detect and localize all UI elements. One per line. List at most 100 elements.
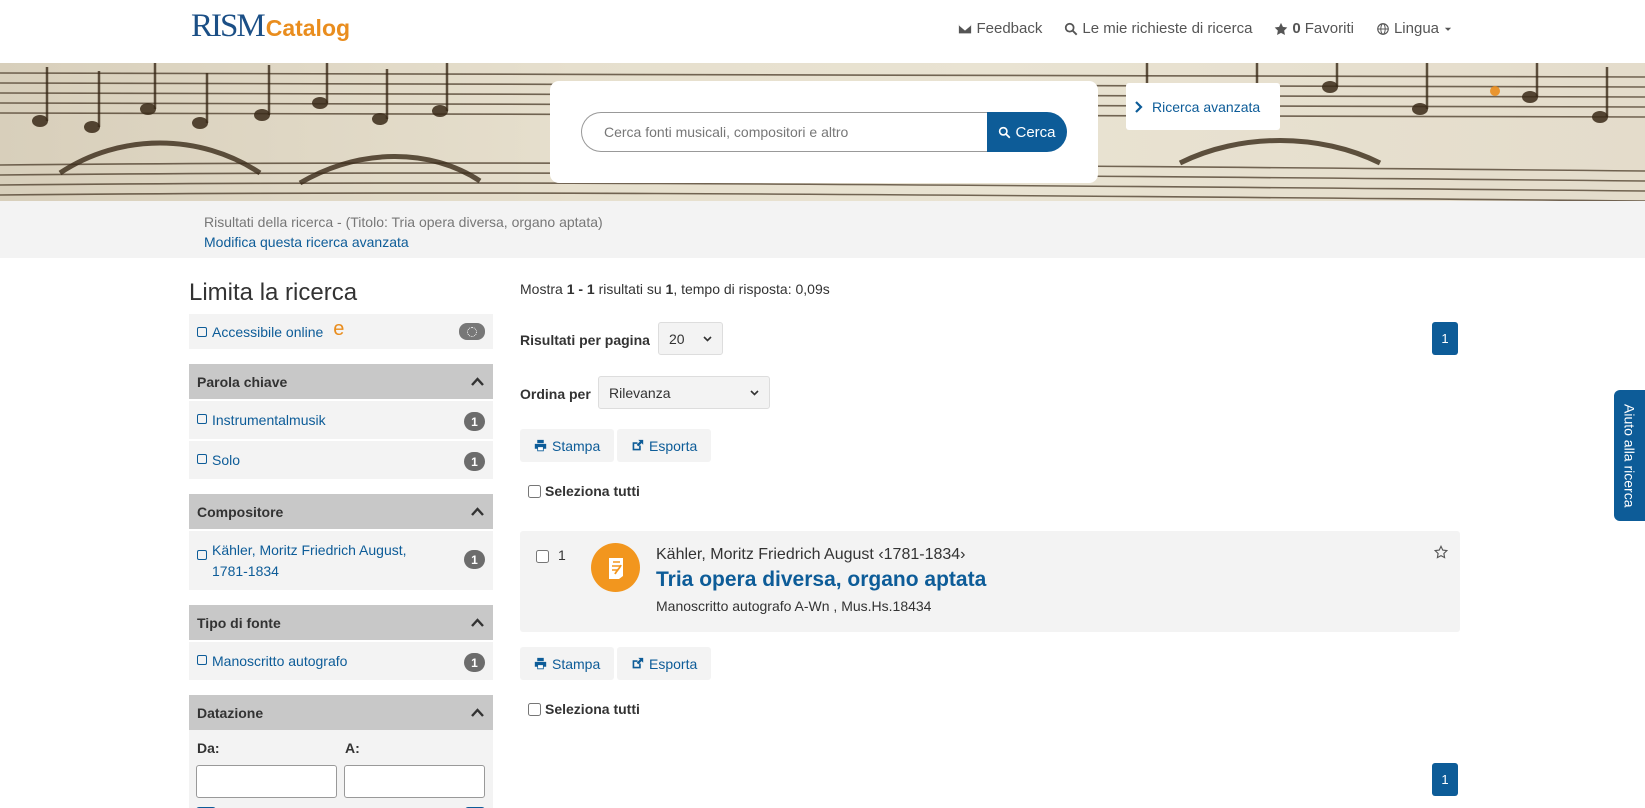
advanced-search-label: Ricerca avanzata xyxy=(1152,98,1261,115)
stats-suffix: , tempo di risposta: 0,09s xyxy=(673,281,830,297)
search-button-label: Cerca xyxy=(1015,123,1056,141)
export-label: Esporta xyxy=(649,437,698,454)
facet-checkbox[interactable] xyxy=(197,414,207,424)
select-all-bottom[interactable]: Seleziona tutti xyxy=(528,701,640,717)
chevron-up-icon xyxy=(471,708,484,717)
facet-keyword-header[interactable]: Parola chiave xyxy=(189,364,493,399)
search-banner: Cerca Ricerca avanzata xyxy=(0,63,1645,201)
print-button-bottom[interactable]: Stampa xyxy=(520,647,615,680)
facet-item[interactable]: Manoscritto autografo 1 xyxy=(189,640,493,680)
result-title-link[interactable]: Tria opera diversa, organo aptata xyxy=(656,568,986,592)
export-button-bottom[interactable]: Esporta xyxy=(617,647,712,680)
facet-keyword: Parola chiave Instrumentalmusik 1 Solo 1 xyxy=(189,364,493,479)
facet-composer-header[interactable]: Compositore xyxy=(189,494,493,529)
result-checkbox[interactable] xyxy=(536,550,549,563)
facet-dating-header[interactable]: Datazione xyxy=(189,695,493,730)
export-button[interactable]: Esporta xyxy=(617,429,712,462)
favorites-link[interactable]: 0 Favoriti xyxy=(1274,20,1354,37)
date-from-input[interactable] xyxy=(196,765,337,798)
print-icon xyxy=(534,439,547,452)
export-label: Esporta xyxy=(649,655,698,672)
select-all-top[interactable]: Seleziona tutti xyxy=(528,483,640,499)
loading-spinner-icon xyxy=(459,323,485,340)
search-button[interactable]: Cerca xyxy=(987,112,1067,152)
result-shelfmark: Manoscritto autografo A-Wn , Mus.Hs.1843… xyxy=(656,598,932,614)
top-navbar: RISM Catalog Feedback Le mie richieste d… xyxy=(0,0,1645,63)
external-link-icon xyxy=(632,439,644,451)
feedback-link[interactable]: Feedback xyxy=(958,20,1042,37)
favorites-count: 0 xyxy=(1292,20,1301,37)
facet-online-access[interactable]: Accessibile online e xyxy=(189,314,493,349)
bookmark-star-icon[interactable] xyxy=(1434,545,1448,559)
date-from-label: Da: xyxy=(197,740,220,756)
facet-item-label[interactable]: Solo xyxy=(212,450,432,471)
date-to-input[interactable] xyxy=(344,765,485,798)
online-label: Accessibile online xyxy=(212,323,324,340)
search-box: Cerca xyxy=(550,81,1098,183)
facet-item-label[interactable]: Kähler, Moritz Friedrich August, 1781-18… xyxy=(212,540,432,582)
facet-composer: Compositore Kähler, Moritz Friedrich Aug… xyxy=(189,494,493,590)
result-item: 1 Kähler, Moritz Friedrich August ‹1781-… xyxy=(520,531,1460,632)
feedback-label: Feedback xyxy=(976,20,1043,37)
facet-item[interactable]: Instrumentalmusik 1 xyxy=(189,399,493,439)
search-help-label: Aiuto alla ricerca xyxy=(1621,403,1638,508)
logo-catalog-text: Catalog xyxy=(265,15,351,41)
print-icon xyxy=(534,657,547,670)
facet-count-badge: 1 xyxy=(464,653,485,672)
my-searches-link[interactable]: Le mie richieste di ricerca xyxy=(1064,20,1252,37)
online-badge-icon: e xyxy=(333,318,345,340)
search-help-tab[interactable]: Aiuto alla ricerca xyxy=(1614,390,1645,521)
modify-advanced-search-link[interactable]: Modifica questa ricerca avanzata xyxy=(204,234,409,250)
sidebar-title: Limita la ricerca xyxy=(189,279,358,306)
facet-count-badge: 1 xyxy=(464,550,485,569)
stats-range: 1 - 1 xyxy=(566,281,595,297)
search-icon xyxy=(999,126,1011,138)
chevron-up-icon xyxy=(471,618,484,627)
advanced-search-link[interactable]: Ricerca avanzata xyxy=(1126,83,1280,130)
facet-count-badge: 1 xyxy=(464,452,485,471)
language-label: Lingua xyxy=(1393,20,1439,37)
star-icon xyxy=(1275,22,1288,35)
my-searches-label: Le mie richieste di ricerca xyxy=(1082,20,1253,37)
select-all-checkbox[interactable] xyxy=(528,484,541,498)
page-button-top[interactable]: 1 xyxy=(1432,322,1458,355)
rism-catalog-logo[interactable]: RISM Catalog xyxy=(191,8,350,45)
globe-icon xyxy=(1377,22,1389,35)
facet-item-label[interactable]: Instrumentalmusik xyxy=(212,410,432,431)
chevron-right-icon xyxy=(1135,100,1143,113)
facet-checkbox[interactable] xyxy=(197,454,207,464)
select-all-label: Seleziona tutti xyxy=(545,701,640,717)
facet-sidebar: Limita la ricerca Accessibile online e P… xyxy=(189,279,493,808)
facet-dating-title: Datazione xyxy=(197,704,264,721)
facet-item-label[interactable]: Manoscritto autografo xyxy=(212,651,432,672)
page-button-bottom[interactable]: 1 xyxy=(1432,763,1458,796)
facet-source-type-header[interactable]: Tipo di fonte xyxy=(189,605,493,640)
facet-count-badge: 1 xyxy=(464,412,485,431)
result-number: 1 xyxy=(558,547,566,563)
caret-down-icon xyxy=(1444,27,1452,31)
facet-checkbox[interactable] xyxy=(197,655,207,665)
chevron-down-icon xyxy=(703,335,712,342)
nav-links: Feedback Le mie richieste di ricerca 0 F… xyxy=(958,20,1453,37)
chevron-up-icon xyxy=(471,377,484,386)
search-input[interactable] xyxy=(581,112,988,152)
facet-item[interactable]: Solo 1 xyxy=(189,439,493,479)
chevron-down-icon xyxy=(750,389,759,396)
sort-select[interactable]: Rilevanza xyxy=(598,376,770,409)
facet-source-type-title: Tipo di fonte xyxy=(197,614,281,631)
results-stats: Mostra 1 - 1 risultati su 1, tempo di ri… xyxy=(520,281,830,297)
facet-dating: Datazione Da: A: xyxy=(189,695,493,808)
per-page-label: Risultati per pagina xyxy=(520,332,650,348)
facet-item[interactable]: Kähler, Moritz Friedrich August, 1781-18… xyxy=(189,529,493,590)
facet-composer-title: Compositore xyxy=(197,503,284,520)
result-composer: Kähler, Moritz Friedrich August ‹1781-18… xyxy=(656,546,966,563)
print-button[interactable]: Stampa xyxy=(520,429,615,462)
online-checkbox[interactable] xyxy=(197,326,207,337)
per-page-select[interactable]: 20 xyxy=(658,322,723,355)
query-summary-strip: Risultati della ricerca - (Titolo: Tria … xyxy=(0,201,1645,258)
select-all-label: Seleziona tutti xyxy=(545,483,640,499)
language-dropdown[interactable]: Lingua xyxy=(1376,20,1453,37)
search-icon xyxy=(1065,22,1078,35)
facet-checkbox[interactable] xyxy=(197,550,207,560)
select-all-checkbox[interactable] xyxy=(528,702,541,716)
